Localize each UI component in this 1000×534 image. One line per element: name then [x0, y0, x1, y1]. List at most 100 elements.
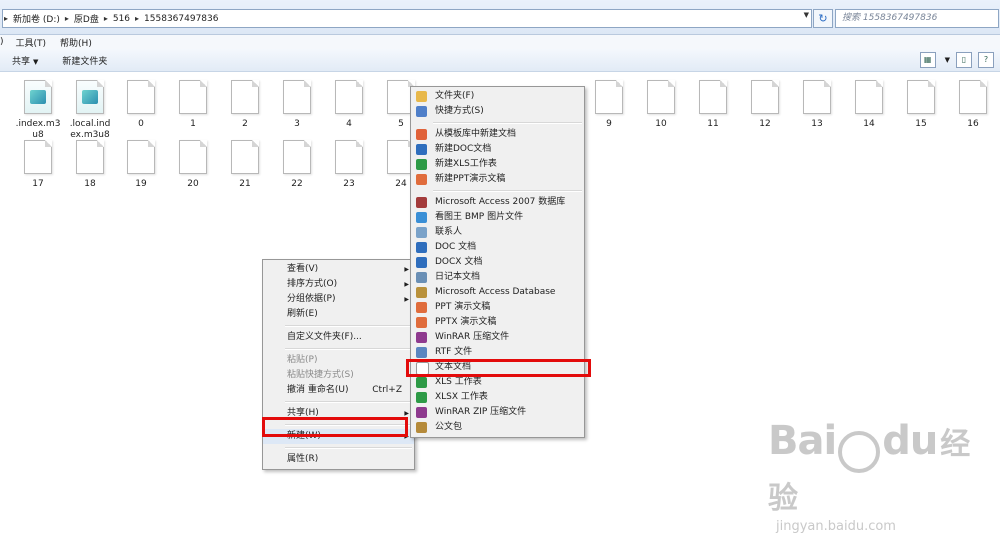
highlight-text-document [406, 359, 591, 377]
menu-item-properties[interactable]: 属性(R) [263, 452, 414, 467]
ppt-icon [416, 174, 427, 185]
file-name: 22 [291, 179, 303, 189]
submenu-item[interactable]: XLS 工作表 [411, 375, 584, 390]
menu-item-sort[interactable]: 排序方式(O) ▶ [263, 277, 414, 292]
breadcrumb-item[interactable]: 新加卷 (D:) ▸ [9, 12, 70, 25]
menu-item-view[interactable]: 查看(V) ▶ [263, 262, 414, 277]
file-item[interactable]: 22 [271, 140, 323, 190]
file-name: 11 [707, 119, 719, 129]
submenu-item[interactable]: WinRAR ZIP 压缩文件 [411, 405, 584, 420]
menu-item-group[interactable]: 分组依据(P) ▶ [263, 292, 414, 307]
file-item[interactable]: 0 [115, 80, 167, 130]
watermark-url: jingyan.baidu.com [776, 518, 896, 534]
submenu-item[interactable]: RTF 文件 [411, 345, 584, 360]
briefcase-icon [416, 422, 427, 433]
file-item[interactable]: 2 [219, 80, 271, 130]
file-name: 13 [811, 119, 823, 129]
docx-icon [416, 257, 427, 268]
file-name: 23 [343, 179, 355, 189]
submenu-item[interactable]: Microsoft Access Database [411, 285, 584, 300]
submenu-item[interactable]: DOCX 文档 [411, 255, 584, 270]
file-item[interactable]: 16 [947, 80, 999, 130]
file-name: 16 [967, 119, 979, 129]
submenu-item[interactable]: 文件夹(F) [411, 89, 584, 104]
breadcrumb-item[interactable]: 原D盘 ▸ [70, 12, 109, 25]
file-item[interactable]: 17 [12, 140, 64, 190]
file-item[interactable]: .local.index.m3u8 [64, 80, 116, 141]
file-name: 0 [138, 119, 144, 129]
menu-separator [285, 325, 412, 327]
submenu-item[interactable]: WinRAR 压缩文件 [411, 330, 584, 345]
contact-icon [416, 227, 427, 238]
watermark-brand-2: du [882, 418, 938, 464]
submenu-item[interactable]: PPT 演示文稿 [411, 300, 584, 315]
menu-item-refresh[interactable]: 刷新(E) [263, 307, 414, 322]
submenu-item[interactable]: 公文包 [411, 420, 584, 435]
help-icon[interactable]: ? [978, 52, 994, 68]
menu-item-customize[interactable]: 自定义文件夹(F)... [263, 330, 414, 345]
menu-separator [285, 348, 412, 350]
media-file-icon [76, 80, 104, 114]
address-bar[interactable]: ▸ 新加卷 (D:) ▸ 原D盘 ▸ 516 ▸ 1558367497836 ▼ [2, 9, 812, 28]
submenu-item[interactable]: 日记本文档 [411, 270, 584, 285]
file-icon [231, 80, 259, 114]
search-input[interactable] [836, 10, 992, 25]
submenu-item[interactable]: XLSX 工作表 [411, 390, 584, 405]
file-icon [751, 80, 779, 114]
submenu-item[interactable]: 从模板库中新建文档 [411, 127, 584, 142]
file-item[interactable]: 3 [271, 80, 323, 130]
share-button[interactable]: 共享 ▼ [0, 54, 50, 67]
submenu-item[interactable]: 新建DOC文档 [411, 142, 584, 157]
file-item[interactable]: 23 [323, 140, 375, 190]
file-icon [699, 80, 727, 114]
file-item[interactable]: 21 [219, 140, 271, 190]
menu-help[interactable]: 帮助(H) [60, 36, 92, 49]
access-icon [416, 287, 427, 298]
submenu-item[interactable]: 看图王 BMP 图片文件 [411, 210, 584, 225]
submenu-item[interactable]: 新建PPT演示文稿 [411, 172, 584, 187]
breadcrumb-item[interactable]: 516 ▸ [109, 14, 140, 24]
submenu-item[interactable]: PPTX 演示文稿 [411, 315, 584, 330]
file-item[interactable]: 19 [115, 140, 167, 190]
menu-tools[interactable]: 工具(T) [16, 36, 47, 49]
file-item[interactable]: .index.m3u8 [12, 80, 64, 141]
ppt-icon [416, 302, 427, 313]
file-item[interactable]: 1 [167, 80, 219, 130]
file-item[interactable]: 9 [583, 80, 635, 130]
file-icon [24, 140, 52, 174]
submenu-item[interactable]: 快捷方式(S) [411, 104, 584, 119]
breadcrumb-item[interactable]: 1558367497836 [140, 14, 222, 24]
menu-item-undo[interactable]: 撤消 重命名(U) Ctrl+Z [263, 383, 414, 398]
view-options-icon[interactable]: ▦ [919, 52, 936, 68]
file-name: 17 [32, 179, 44, 189]
file-item[interactable]: 12 [739, 80, 791, 130]
submenu-item[interactable]: 新建XLS工作表 [411, 157, 584, 172]
file-item[interactable]: 15 [895, 80, 947, 130]
file-item[interactable]: 11 [687, 80, 739, 130]
preview-pane-icon[interactable]: ▯ [956, 52, 972, 68]
file-item[interactable]: 10 [635, 80, 687, 130]
file-icon [231, 140, 259, 174]
submenu-item[interactable]: Microsoft Access 2007 数据库 [411, 195, 584, 210]
file-icon [855, 80, 883, 114]
address-bar-row: ▸ 新加卷 (D:) ▸ 原D盘 ▸ 516 ▸ 1558367497836 ▼ ↻ [0, 0, 1000, 35]
new-folder-button[interactable]: 新建文件夹 [50, 54, 119, 67]
menu-item-paste-shortcut: 粘贴快捷方式(S) [287, 370, 354, 380]
file-item[interactable]: 14 [843, 80, 895, 130]
chevron-down-icon[interactable]: ▼ [945, 56, 950, 64]
refresh-icon[interactable]: ↻ [813, 9, 833, 28]
file-icon [803, 80, 831, 114]
menu-separator [285, 401, 412, 403]
file-item[interactable]: 4 [323, 80, 375, 130]
file-item[interactable]: 13 [791, 80, 843, 130]
toolbar: 共享 ▼ 新建文件夹 ▦ ▼ ▯ ? [0, 49, 1000, 72]
submenu-item[interactable]: 联系人 [411, 225, 584, 240]
media-file-icon [24, 80, 52, 114]
menu-item-paste: 粘贴(P) [287, 355, 318, 365]
file-item[interactable]: 18 [64, 140, 116, 190]
file-item[interactable]: 20 [167, 140, 219, 190]
submenu-item[interactable]: DOC 文档 [411, 240, 584, 255]
search-box[interactable] [835, 9, 999, 28]
file-icon [76, 140, 104, 174]
address-dropdown-icon[interactable]: ▼ [804, 11, 809, 19]
